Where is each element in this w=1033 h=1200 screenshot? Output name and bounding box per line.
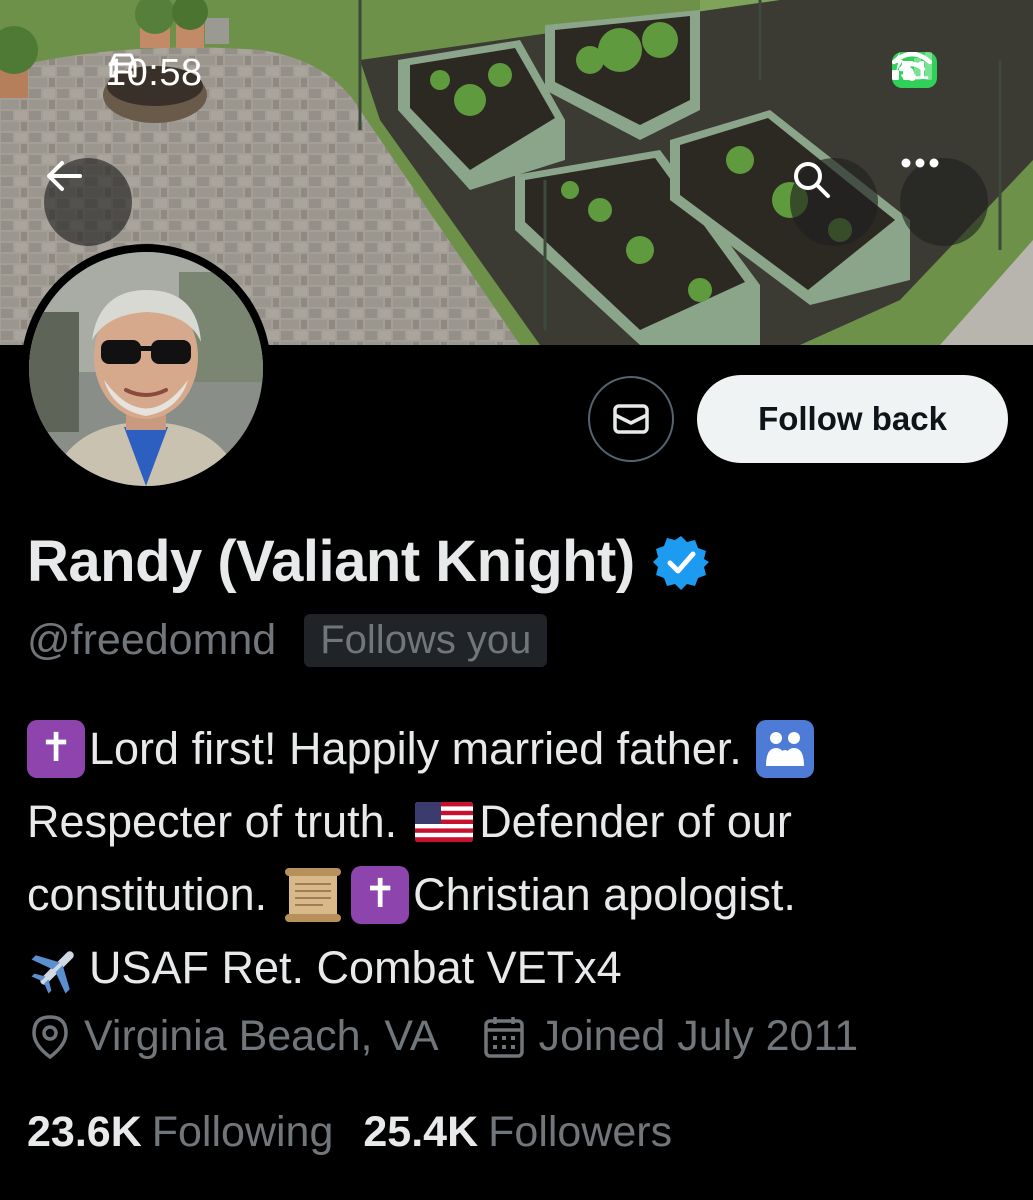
status-time: 10:58 — [105, 52, 203, 95]
following-count[interactable]: 23.6K — [27, 1108, 142, 1157]
bio-text: Defender of our — [479, 796, 792, 847]
car-icon — [109, 53, 137, 78]
latin-cross-emoji-icon: ✝ — [27, 719, 85, 778]
back-button[interactable] — [44, 158, 132, 246]
follow-back-button[interactable]: Follow back — [697, 375, 1008, 463]
charging-bolt-icon — [893, 52, 904, 72]
more-options-button[interactable] — [900, 158, 988, 246]
calendar-icon — [483, 1016, 524, 1058]
followers-label[interactable]: Followers — [488, 1108, 672, 1157]
followers-count[interactable]: 25.4K — [363, 1108, 478, 1157]
location: Virginia Beach, VA — [30, 1012, 439, 1061]
joined-text: Joined July 2011 — [538, 1012, 859, 1060]
profile-handle: @freedomnd — [27, 616, 277, 664]
us-flag-emoji-icon — [415, 801, 474, 842]
verified-badge-icon[interactable] — [652, 534, 709, 590]
bio-line: constitution. ✝ Christian apologist. — [27, 858, 1017, 931]
latin-cross-emoji-icon: ✝ — [351, 865, 410, 924]
scroll-emoji-icon — [283, 866, 343, 924]
back-arrow-icon — [47, 161, 82, 191]
follow-stats: 23.6K Following 25.4K Followers — [27, 1108, 702, 1157]
display-name: Randy (Valiant Knight) — [27, 529, 635, 594]
avatar-photo — [29, 252, 263, 486]
join-date: Joined July 2011 — [483, 1012, 859, 1061]
profile-bio: ✝ Lord first! Happily married father. Re… — [27, 712, 1017, 1004]
location-text: Virginia Beach, VA — [84, 1012, 439, 1060]
search-icon — [794, 162, 830, 198]
airplane-emoji-icon — [27, 938, 87, 998]
profile-meta: Virginia Beach, VA Joined July 2011 — [30, 1012, 902, 1061]
bio-line: USAF Ret. Combat VETx4 — [27, 931, 1017, 1004]
more-icon — [901, 158, 939, 168]
bio-text: Respecter of truth. — [27, 796, 398, 847]
bio-text: Christian apologist. — [413, 869, 796, 920]
bio-line: ✝ Lord first! Happily married father. — [27, 712, 1017, 785]
family-emoji-icon — [755, 719, 814, 778]
follows-you-badge: Follows you — [304, 614, 548, 667]
message-button[interactable] — [588, 376, 674, 462]
search-button[interactable] — [790, 158, 878, 246]
handle-row: @freedomnd Follows you — [27, 614, 548, 667]
bio-line: Respecter of truth. Defender of our — [27, 785, 1017, 858]
profile-avatar[interactable] — [21, 244, 271, 494]
following-label[interactable]: Following — [152, 1108, 334, 1157]
name-row: Randy (Valiant Knight) — [27, 528, 709, 595]
avatar-image — [29, 252, 263, 486]
bio-text: constitution. — [27, 869, 268, 920]
location-pin-icon — [32, 1014, 68, 1059]
status-indicators: 51 — [892, 52, 937, 88]
bio-text: Lord first! Happily married father. — [89, 723, 742, 774]
mail-icon — [613, 404, 649, 434]
bio-text: USAF Ret. Combat VETx4 — [89, 942, 622, 993]
